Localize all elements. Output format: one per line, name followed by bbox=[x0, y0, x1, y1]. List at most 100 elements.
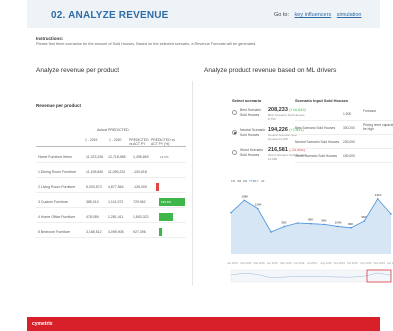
instructions-heading: Instructions: bbox=[36, 36, 64, 41]
scenario-input-row: Best Scenario Sold Houses 300,200 Pricing … bbox=[295, 122, 393, 135]
row-value-2019: 11,195,840 bbox=[86, 170, 104, 174]
table-row[interactable]: 2 Living Room Furniture 5,003,573 4,877,56… bbox=[36, 181, 186, 193]
x-tick-label: Feb 2019 bbox=[240, 261, 252, 265]
pct-bar bbox=[156, 183, 159, 191]
scenario-input-label: Neutral Scenario Sold Houses bbox=[295, 140, 340, 144]
data-point bbox=[270, 231, 272, 233]
scenario-input-heading: Scenario Input Sold Houses bbox=[295, 98, 349, 103]
data-point bbox=[256, 207, 259, 210]
data-point bbox=[243, 199, 246, 202]
data-point bbox=[376, 198, 379, 200]
scenario-input-value[interactable]: 1,500 bbox=[343, 112, 351, 116]
range-filter[interactable]: 3M bbox=[237, 179, 242, 183]
revenue-forecast-chart: 1M3M6MYTD1YAll125K100K75K138K126K95K96K9… bbox=[227, 179, 393, 283]
range-filter[interactable]: 6M bbox=[243, 179, 248, 183]
app-frame: 02. ANALYZE REVENUE Go to: key influence… bbox=[27, 0, 393, 302]
table-row[interactable]: 1 Dining Room Furniture 11,195,840 11,095,… bbox=[36, 166, 186, 178]
range-filter[interactable]: 1M bbox=[231, 179, 236, 183]
x-tick-label: Oct 2019 bbox=[347, 261, 358, 265]
data-point bbox=[230, 211, 232, 214]
table-row[interactable]: Home Furniture Items 11,223,326 12,718,985… bbox=[36, 151, 186, 163]
select-scenario-heading: Select scenario bbox=[232, 98, 262, 103]
col-header: 1 - 2020 bbox=[109, 138, 122, 142]
left-section-title: Analyze revenue per product bbox=[36, 67, 120, 74]
table-row[interactable]: 4 Home Office Furniture 478,089 2,281,411 1… bbox=[36, 211, 186, 223]
data-point bbox=[296, 222, 299, 224]
x-tick-label: Dec 2019 bbox=[374, 261, 386, 265]
data-label: 138K bbox=[241, 194, 248, 198]
data-point bbox=[363, 220, 366, 222]
footer-logo: cymetrix bbox=[32, 321, 53, 327]
scenario-radio[interactable] bbox=[232, 130, 237, 135]
goto-nav: Go to: key influencers simulation bbox=[274, 12, 362, 18]
scenario-input-value[interactable]: 300,200 bbox=[343, 126, 355, 130]
scenario-input-label: Best Scenario Sold Houses bbox=[295, 126, 336, 130]
scenario-input-value[interactable]: 230,000 bbox=[343, 140, 355, 144]
footer-bar: cymetrix bbox=[27, 317, 380, 331]
scenario-input-value[interactable]: 150,000 bbox=[343, 154, 355, 158]
scenario-input-note: Pricing lever capacity will be high bbox=[363, 123, 393, 131]
x-tick-label: Aug 2019 bbox=[320, 261, 332, 265]
data-point bbox=[310, 222, 312, 225]
pct-bar bbox=[159, 213, 174, 221]
table-row[interactable]: 3 Custom Furniture 385,010 1,114,972 729,96… bbox=[36, 196, 186, 208]
row-diff: 1,495,659 bbox=[133, 155, 149, 159]
link-simulation[interactable]: simulation bbox=[337, 12, 362, 18]
row-label: 1 Dining Room Furniture bbox=[38, 170, 77, 174]
row-diff: 927,396 bbox=[133, 230, 146, 234]
table-group-header: Actual PREDICTED bbox=[97, 128, 129, 132]
data-point bbox=[323, 223, 326, 226]
row-value-2020: 11,095,222 bbox=[108, 170, 126, 174]
row-value-2019: 5,003,573 bbox=[86, 185, 102, 189]
col-header: PREDICTED vs ACT PY bbox=[129, 138, 149, 146]
row-value-2020: 4,877,564 bbox=[108, 185, 124, 189]
scenario-radio[interactable] bbox=[232, 110, 237, 115]
scenario-radio[interactable] bbox=[232, 150, 237, 155]
row-diff: -100,618 bbox=[133, 170, 147, 174]
data-point bbox=[350, 227, 352, 229]
scenario-input-row: Neutral Scenario Sold Houses 230,000 bbox=[295, 136, 393, 149]
scenario-input-note: Forecast bbox=[363, 109, 376, 113]
data-label: 141K bbox=[375, 193, 382, 197]
pct-label: 189.6% bbox=[161, 200, 172, 204]
row-value-2020: 1,114,972 bbox=[108, 200, 124, 204]
scenario-input-row: Worst Scenario Sold Houses 150,000 bbox=[295, 150, 393, 163]
scenario-label: Best Scenario Sold Houses bbox=[240, 108, 262, 117]
page-header: 02. ANALYZE REVENUE Go to: key influence… bbox=[27, 0, 380, 28]
row-value-2019: 11,223,326 bbox=[86, 155, 104, 159]
scenario-label: Neutral Scenario Sold Houses bbox=[240, 128, 266, 137]
row-value-2019: 385,010 bbox=[86, 200, 99, 204]
page-title: 02. ANALYZE REVENUE bbox=[51, 10, 169, 21]
row-diff: 729,962 bbox=[133, 200, 146, 204]
row-diff: -126,009 bbox=[133, 185, 147, 189]
data-label: 96K bbox=[321, 218, 326, 222]
data-label: 95K bbox=[281, 220, 286, 224]
x-tick-label: Apr 2019 bbox=[267, 261, 278, 265]
row-label: 3 Custom Furniture bbox=[38, 200, 68, 204]
data-point bbox=[336, 225, 339, 228]
data-label: 104K bbox=[335, 220, 342, 224]
data-label: 96K bbox=[361, 215, 366, 219]
row-value-2020: 4,095,908 bbox=[108, 230, 124, 234]
x-tick-label: Sep 2019 bbox=[334, 261, 346, 265]
range-filter[interactable]: 1Y bbox=[255, 179, 259, 183]
data-label: 126K bbox=[255, 203, 262, 207]
link-key-influencers[interactable]: key influencers bbox=[295, 12, 332, 18]
scenario-label: Worst Scenario Sold Houses bbox=[240, 148, 264, 157]
scenario-input-row: 1,500 Forecast bbox=[295, 108, 393, 121]
row-value-2019: 3,168,512 bbox=[86, 230, 102, 234]
row-label: 2 Living Room Furniture bbox=[38, 185, 76, 189]
x-tick-label: Jan 2019 bbox=[227, 261, 238, 265]
header-rule bbox=[36, 146, 186, 147]
instructions-text: Please find three scenarios for the amou… bbox=[36, 42, 257, 46]
range-filter[interactable]: All bbox=[261, 179, 265, 183]
x-tick-label: Jun 2019 bbox=[294, 261, 305, 265]
x-tick-label: Mar 2019 bbox=[254, 261, 266, 265]
row-label: Home Furniture Items bbox=[38, 155, 72, 159]
data-label: 96K bbox=[348, 222, 353, 226]
row-value-2020: 12,718,985 bbox=[108, 155, 126, 159]
row-label: 4 Home Office Furniture bbox=[38, 215, 76, 219]
right-section-title: Analyze product revenue based on ML driv… bbox=[204, 67, 337, 74]
table-row[interactable]: 5 Bedroom Furniture 3,168,512 4,095,908 927… bbox=[36, 226, 186, 238]
section-divider bbox=[192, 81, 193, 286]
